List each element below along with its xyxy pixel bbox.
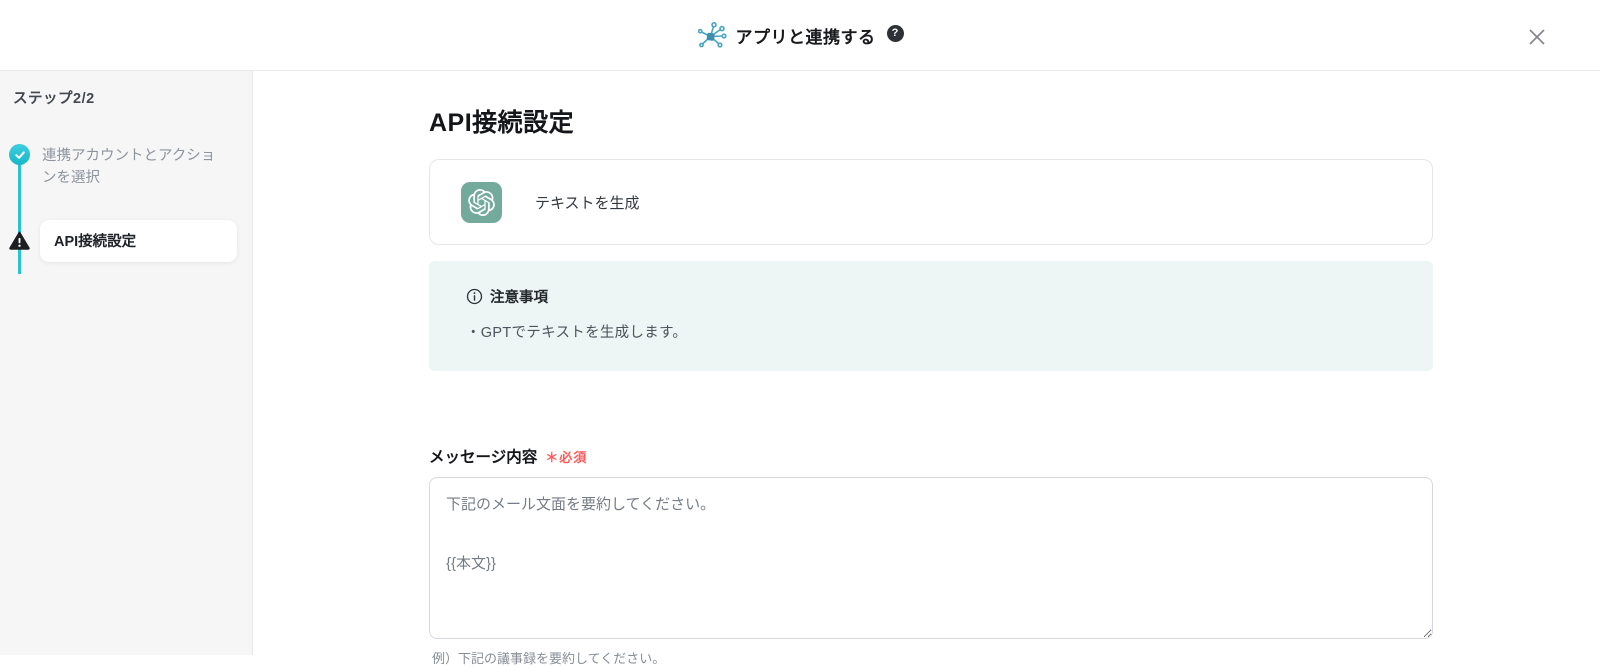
main-panel: API接続設定 テキストを生成 注意事項 ・GPTでテキストを生成します。 メッ… bbox=[253, 71, 1600, 666]
message-field-label: メッセージ内容 bbox=[429, 449, 538, 466]
step-label-account-action: 連携アカウントとアクションを選択 bbox=[42, 148, 216, 187]
page-title: API接続設定 bbox=[429, 109, 575, 137]
notice-title: 注意事項 bbox=[490, 290, 548, 306]
warning-triangle-icon bbox=[9, 230, 30, 251]
modal-title: アプリと連携する bbox=[735, 27, 876, 47]
action-label: テキストを生成 bbox=[535, 194, 640, 212]
help-icon[interactable]: ? bbox=[886, 24, 904, 42]
step-card-api-settings[interactable]: API接続設定 bbox=[40, 219, 237, 262]
message-textarea[interactable]: 下記のメール文面を要約してください。 {{本文}} bbox=[429, 477, 1433, 639]
required-badge: ＊必須 bbox=[545, 449, 588, 465]
modal-header: アプリと連携する ? bbox=[0, 0, 1600, 71]
step-item-api-settings[interactable]: API接続設定 bbox=[0, 219, 252, 262]
app-integration-icon bbox=[697, 22, 727, 48]
step-item-account-action[interactable]: 連携アカウントとアクションを選択 bbox=[0, 144, 252, 190]
message-field-block: メッセージ内容 ＊必須 下記のメール文面を要約してください。 {{本文}} 例）… bbox=[429, 445, 1433, 667]
info-icon bbox=[466, 288, 483, 305]
notice-box: 注意事項 ・GPTでテキストを生成します。 bbox=[429, 261, 1433, 371]
stepper: 連携アカウントとアクションを選択 API接続設定 bbox=[0, 144, 252, 274]
close-icon bbox=[1529, 29, 1545, 45]
close-button[interactable] bbox=[1524, 24, 1550, 50]
header-title-group: アプリと連携する ? bbox=[697, 20, 904, 50]
notice-item: ・GPTでテキストを生成します。 bbox=[466, 325, 688, 341]
step-counter: ステップ2/2 bbox=[13, 91, 95, 107]
openai-logo-icon bbox=[461, 181, 502, 223]
step-done-check-icon bbox=[9, 144, 30, 165]
selected-action-card: テキストを生成 bbox=[429, 159, 1433, 245]
step-sidebar: ステップ2/2 連携アカウントとアクションを選択 API接続設定 bbox=[0, 71, 253, 655]
message-field-helper: 例）下記の議事録を要約してください。 bbox=[432, 651, 666, 666]
